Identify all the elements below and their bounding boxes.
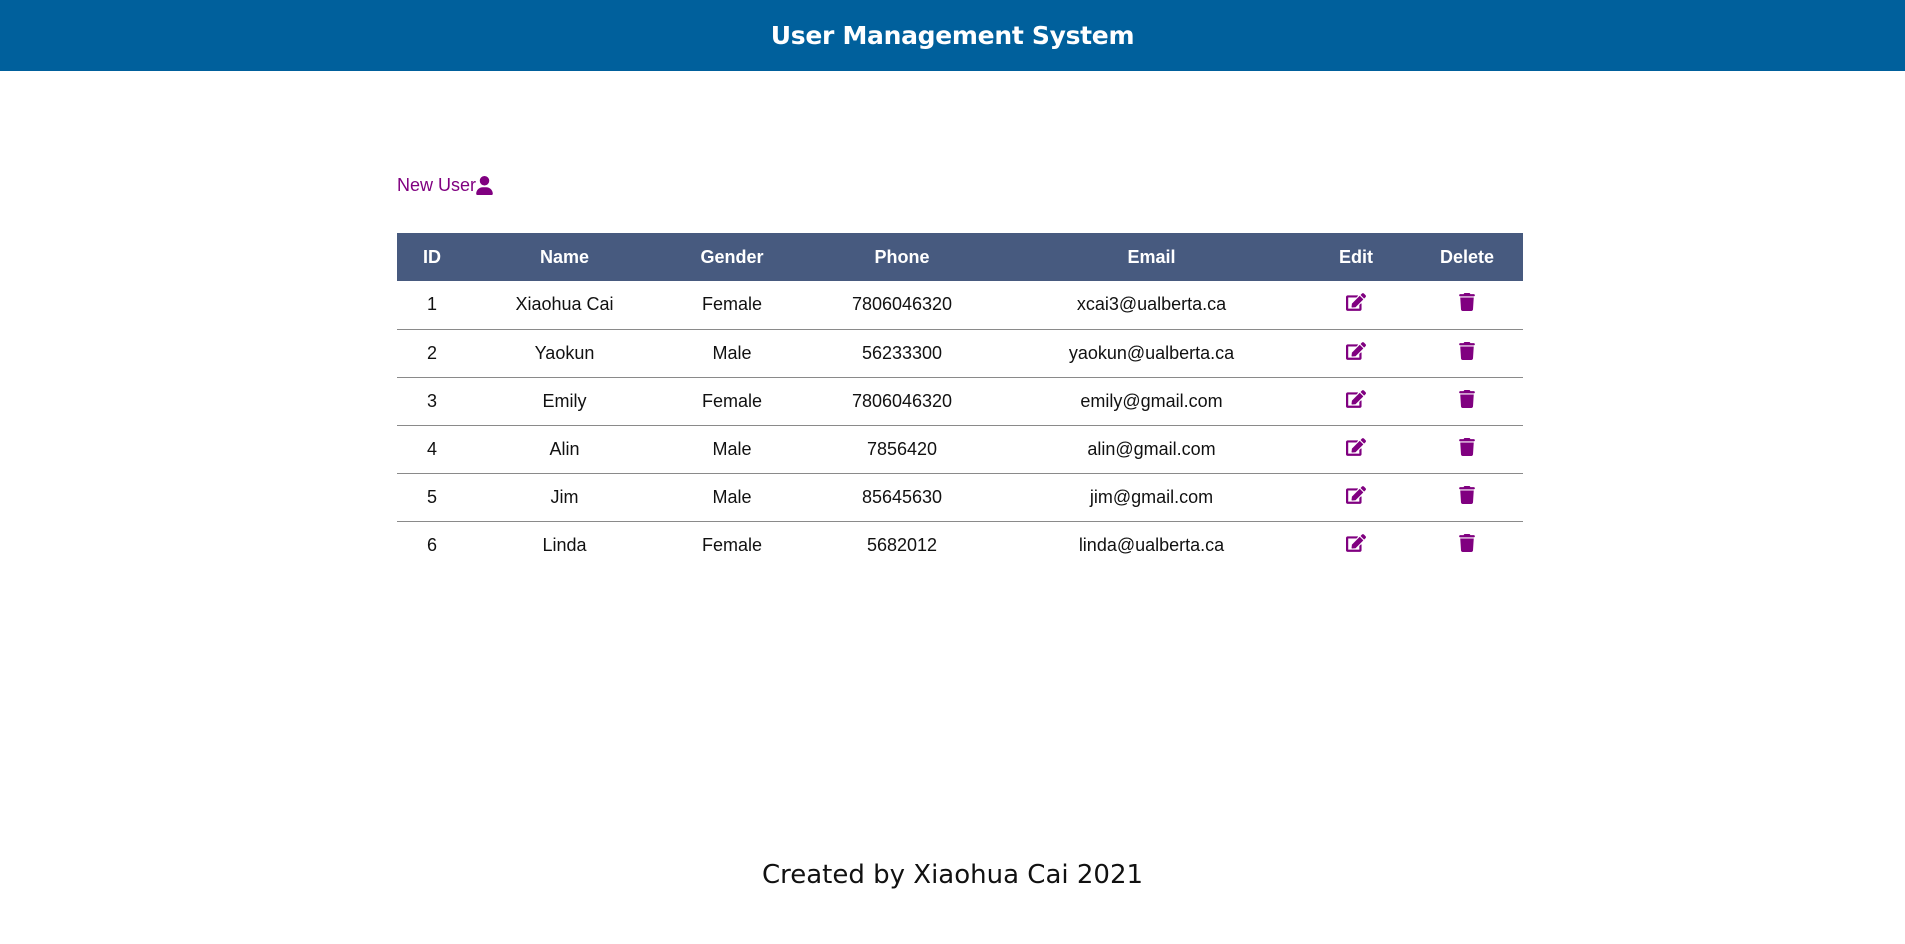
cell-phone: 5682012 [866,534,938,555]
cell-delete [1411,473,1523,521]
cell-name: Xiaohua Cai [515,294,614,315]
cell-gender: Male [712,486,752,507]
trash-icon[interactable] [1459,389,1475,408]
table-row: 5 Jim Male 85645630 jim@gmail.com [397,473,1523,521]
cell-name: Jim [550,486,579,507]
cell-gender: Female [701,390,763,411]
table-row: 1 Xiaohua Cai Female 7806046320 xcai3@ualber… [397,281,1523,329]
cell-phone: 56233300 [861,342,943,363]
cell-edit [1301,377,1411,425]
user-icon [476,176,493,195]
column-header-id: ID [423,246,441,267]
trash-icon[interactable] [1459,485,1475,504]
trash-icon[interactable] [1459,293,1475,312]
app-header: User Management System [0,0,1905,71]
column-header-phone: Phone [874,246,930,267]
edit-icon[interactable] [1346,293,1366,312]
cell-edit [1301,473,1411,521]
cell-id: 1 [426,294,437,315]
cell-delete [1411,281,1523,329]
table-row: 4 Alin Male 7856420 alin@gmail.com [397,425,1523,473]
table-row: 2 Yaokun Male 56233300 yaokun@ualberta.ca [397,329,1523,377]
cell-edit [1301,329,1411,377]
cell-id: 4 [426,438,437,459]
edit-icon[interactable] [1346,341,1366,360]
column-header-name: Name [539,246,590,267]
cell-email: emily@gmail.com [1080,390,1223,411]
cell-name: Alin [549,438,580,459]
edit-icon[interactable] [1346,437,1366,456]
new-user-link[interactable]: New User [397,175,493,196]
cell-delete [1411,329,1523,377]
cell-phone: 7806046320 [851,294,953,315]
cell-gender: Male [712,438,752,459]
column-header-edit: Edit [1339,246,1373,267]
cell-name: Linda [542,534,587,555]
column-header-email: Email [1127,246,1176,267]
table-row: 3 Emily Female 7806046320 emily@gmail.com [397,377,1523,425]
cell-email: jim@gmail.com [1089,486,1214,507]
cell-email: alin@gmail.com [1087,438,1216,459]
cell-email: xcai3@ualberta.ca [1076,294,1227,315]
cell-delete [1411,377,1523,425]
cell-id: 2 [426,342,437,363]
cell-email: yaokun@ualberta.ca [1068,342,1235,363]
users-table: ID Name Gender Phone Email Edit Delete 1… [397,233,1523,569]
page-title: User Management System [770,21,1135,50]
trash-icon[interactable] [1459,533,1475,552]
edit-icon[interactable] [1346,485,1366,504]
cell-phone: 7856420 [866,438,938,459]
cell-gender: Male [712,342,752,363]
trash-icon[interactable] [1459,437,1475,456]
new-user-label: New User [397,175,477,195]
edit-icon[interactable] [1346,533,1366,552]
column-header-delete: Delete [1439,246,1495,267]
edit-icon[interactable] [1346,389,1366,408]
cell-phone: 85645630 [861,486,943,507]
cell-delete [1411,425,1523,473]
cell-gender: Female [701,534,763,555]
table-header-row: ID Name Gender Phone Email Edit Delete [397,233,1523,281]
trash-icon[interactable] [1459,341,1475,360]
cell-gender: Female [701,294,763,315]
cell-name: Emily [542,390,587,411]
cell-phone: 7806046320 [851,390,953,411]
cell-name: Yaokun [534,342,595,363]
table-row: 6 Linda Female 5682012 linda@ualberta.ca [397,521,1523,569]
cell-delete [1411,521,1523,569]
cell-id: 5 [426,486,437,507]
cell-email: linda@ualberta.ca [1078,534,1225,555]
footer-text: Created by Xiaohua Cai 2021 [761,860,1144,890]
cell-edit [1301,521,1411,569]
cell-id: 3 [426,390,437,411]
cell-edit [1301,425,1411,473]
cell-id: 6 [426,534,437,555]
cell-edit [1301,281,1411,329]
column-header-gender: Gender [700,246,764,267]
